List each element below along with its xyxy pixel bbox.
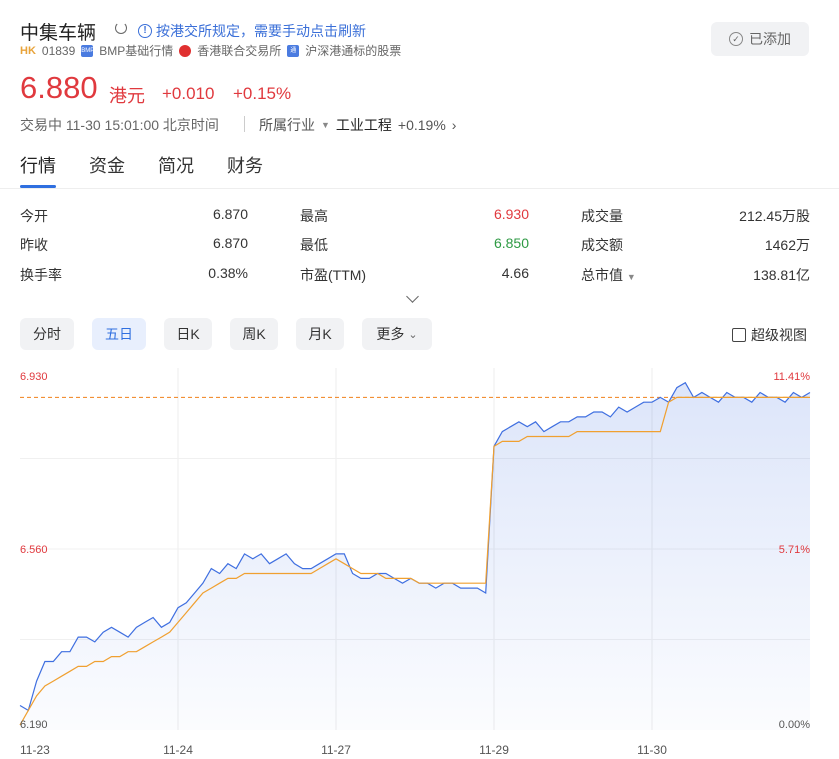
refresh-icon[interactable] <box>115 22 127 34</box>
stat-value: 6.870 <box>212 235 248 251</box>
divider <box>244 116 245 132</box>
industry-label: 所属行业 <box>259 117 315 133</box>
stat-value: 138.81亿 <box>753 267 810 283</box>
chevron-down-icon: ⌄ <box>408 328 418 341</box>
stat-label: 成交额 <box>581 237 623 253</box>
expand-chevron-icon[interactable] <box>406 290 419 303</box>
connect-icon: 通 <box>287 44 300 57</box>
stat-label: 市盈(TTM) <box>300 267 367 283</box>
stat-label[interactable]: 总市值 ▼ <box>581 265 636 285</box>
info-icon: ! <box>138 24 152 38</box>
stat-label: 今开 <box>20 208 48 224</box>
tab-finance[interactable]: 财务 <box>227 152 263 188</box>
stat-value: 1462万 <box>764 237 810 253</box>
x-tick-label: 11-29 <box>479 743 509 757</box>
super-view-label: 超级视图 <box>751 327 807 343</box>
stat-value: 212.45万股 <box>739 208 810 224</box>
trading-status: 交易中 11-30 15:01:00 北京时间 <box>20 117 219 133</box>
add-watchlist-label: 已添加 <box>749 31 791 47</box>
y-tick-label-right: 0.00% <box>779 719 810 731</box>
chevron-right-icon: › <box>451 117 457 133</box>
tag-exchange: 香港联合交易所 <box>197 44 282 58</box>
tab-profile[interactable]: 简况 <box>158 152 194 188</box>
y-tick-label: 6.930 <box>20 371 48 383</box>
period-button[interactable]: 周K <box>230 318 278 350</box>
stat-label: 换手率 <box>20 267 62 283</box>
more-label: 更多 <box>376 326 405 342</box>
tab-capital[interactable]: 资金 <box>89 152 125 188</box>
period-button[interactable]: 分时 <box>20 318 74 350</box>
tab-divider <box>0 188 839 189</box>
tag-bmp: BMP基础行情 <box>99 44 174 58</box>
y-tick-label: 6.190 <box>20 719 48 731</box>
period-button[interactable]: 五日 <box>92 318 146 350</box>
main-tabs: 行情 资金 简况 财务 <box>20 152 263 188</box>
price-change: +0.010 <box>162 84 215 103</box>
stat-value: 6.850 <box>493 235 529 251</box>
market-badge: HK <box>20 44 36 57</box>
market-cap-label: 总市值 <box>581 267 623 283</box>
x-tick-label: 11-27 <box>321 743 351 757</box>
add-watchlist-button[interactable]: ✓ 已添加 <box>711 22 809 56</box>
hk-flag-icon <box>179 44 192 57</box>
current-price: 6.880 <box>20 70 98 105</box>
stat-value: 4.66 <box>501 265 529 281</box>
stock-code: 01839 <box>41 43 76 58</box>
fullscreen-icon <box>732 328 746 342</box>
x-tick-label: 11-23 <box>20 743 50 757</box>
period-button[interactable]: 日K <box>164 318 212 350</box>
stock-title: 中集车辆 <box>20 23 97 44</box>
price-chart[interactable]: 6.930 6.560 6.190 11.41% 5.71% 0.00% 11-23 11-2… <box>0 360 839 759</box>
industry-change: +0.19% <box>397 117 446 133</box>
tab-quote[interactable]: 行情 <box>20 152 56 188</box>
industry-name: 工业工程 <box>335 117 392 133</box>
check-icon: ✓ <box>729 32 743 46</box>
super-view-button[interactable]: 超级视图 <box>732 325 807 345</box>
x-tick-label: 11-30 <box>637 743 667 757</box>
more-periods-button[interactable]: 更多 ⌄ <box>362 318 432 350</box>
stat-value: 0.38% <box>208 265 248 281</box>
period-button[interactable]: 月K <box>296 318 344 350</box>
stat-value: 6.930 <box>493 206 529 222</box>
refresh-notice-text: 按港交所规定，需要手动点击刷新 <box>156 23 366 39</box>
price-change-pct: +0.15% <box>233 84 292 103</box>
stock-meta: HK 01839 BMP BMP基础行情 香港联合交易所 通 沪深港通标的股票 <box>20 42 401 59</box>
tag-connect: 沪深港通标的股票 <box>305 44 402 58</box>
stat-label: 昨收 <box>20 237 48 253</box>
stat-value: 6.870 <box>212 206 248 222</box>
y-tick-label-right: 11.41% <box>774 371 811 383</box>
stat-label: 成交量 <box>581 208 623 224</box>
price-area <box>20 382 810 730</box>
stat-label: 最高 <box>300 208 328 224</box>
industry-link[interactable]: 所属行业 ▼ 工业工程 +0.19% › <box>259 115 456 135</box>
y-tick-label-right: 5.71% <box>779 544 810 556</box>
caret-down-icon: ▼ <box>321 120 330 130</box>
price-unit: 港元 <box>109 86 145 106</box>
y-tick-label: 6.560 <box>20 544 48 556</box>
x-tick-label: 11-24 <box>163 743 193 757</box>
bmp-icon: BMP <box>81 44 94 57</box>
stat-label: 最低 <box>300 237 328 253</box>
caret-down-icon: ▼ <box>626 272 636 282</box>
refresh-notice[interactable]: ! 按港交所规定，需要手动点击刷新 <box>138 21 366 41</box>
